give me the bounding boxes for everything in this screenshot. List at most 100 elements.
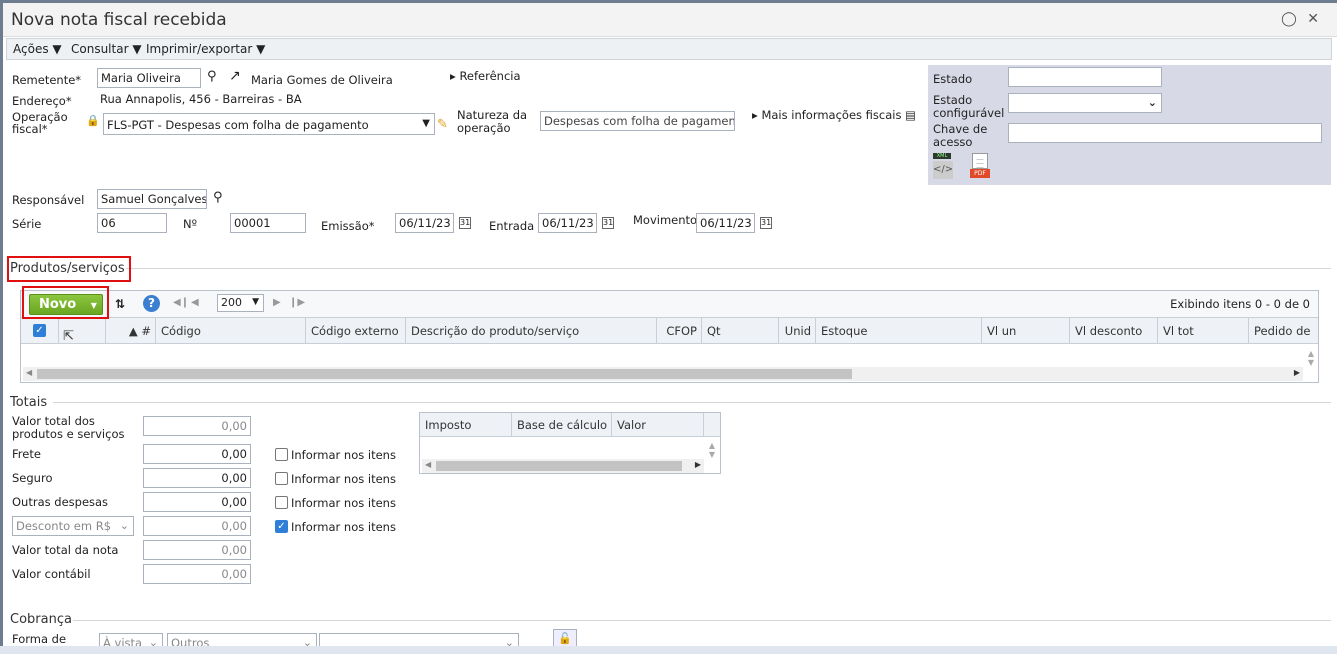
remetente-input[interactable]: Maria Oliveira xyxy=(97,68,201,88)
vertical-scrollbar[interactable]: ▲ ▼ xyxy=(1308,349,1314,367)
estado-input[interactable] xyxy=(1008,67,1162,87)
outras-despesas-label: Outras despesas xyxy=(12,495,109,509)
select-all-cell: ✓ xyxy=(21,318,59,344)
calendar-icon[interactable]: 31 xyxy=(459,217,471,229)
outras-informar-checkbox[interactable] xyxy=(275,496,288,509)
col-qt[interactable]: Qt xyxy=(702,318,779,344)
prev-page-icon[interactable]: ◀ xyxy=(191,297,199,308)
seguro-informar-checkbox[interactable] xyxy=(275,472,288,485)
col-vl-un[interactable]: Vl un xyxy=(982,318,1070,344)
scroll-right-icon[interactable]: ▶ xyxy=(1294,368,1300,377)
desconto-input: 0,00 xyxy=(143,516,251,536)
scroll-right-icon[interactable]: ▶ xyxy=(695,460,701,469)
dialog-window: Nova nota fiscal recebida ◯ ✕ Ações ▼ Co… xyxy=(0,0,1337,654)
refresh-icon[interactable]: ⇅ xyxy=(115,297,125,311)
desconto-type-select: Desconto em R$ ⌄ xyxy=(12,516,134,536)
first-page-icon[interactable]: ◀❙ xyxy=(173,297,189,308)
col-base-calculo[interactable]: Base de cálculo xyxy=(512,413,612,437)
col-imposto[interactable]: Imposto xyxy=(420,413,512,437)
entrada-input[interactable]: 06/11/23 xyxy=(538,213,597,233)
estado-conf-label-2: configurável xyxy=(933,106,1005,120)
desconto-informar-checkbox[interactable]: ✓ xyxy=(275,520,288,533)
last-page-icon[interactable]: ❙▶ xyxy=(289,297,305,308)
scroll-left-icon[interactable]: ◀ xyxy=(26,368,32,377)
col-vl-tot[interactable]: Vl tot xyxy=(1158,318,1249,344)
responsavel-input[interactable]: Samuel Gonçalves xyxy=(97,189,207,209)
emissao-input[interactable]: 06/11/23 xyxy=(395,213,454,233)
estado-label: Estado xyxy=(933,72,973,86)
frete-label: Frete xyxy=(12,447,41,461)
calendar-icon[interactable]: 31 xyxy=(760,217,772,229)
scroll-thumb[interactable] xyxy=(37,369,852,379)
endereco-value: Rua Annapolis, 456 - Barreiras - BA xyxy=(100,92,302,106)
horizontal-scrollbar[interactable]: ◀ ▶ xyxy=(422,459,704,473)
movimento-input[interactable]: 06/11/23 xyxy=(696,213,755,233)
pdf-download-icon[interactable]: ― ― ― PDF xyxy=(970,153,996,183)
valor-nota-label: Valor total da nota xyxy=(12,543,119,557)
grid-toolbar: Novo ▼ ⇅ ? ◀❙ ◀ 200 ▼ ▶ ❙▶ Exibindo itens… xyxy=(21,291,1318,318)
select-all-checkbox[interactable]: ✓ xyxy=(33,324,46,337)
frete-input[interactable]: 0,00 xyxy=(143,444,251,464)
pencil-icon[interactable]: ✎ xyxy=(437,117,448,132)
col-codigo[interactable]: Código xyxy=(156,318,306,344)
referencia-toggle[interactable]: ▸ Referência xyxy=(450,70,521,83)
seguro-input[interactable]: 0,00 xyxy=(143,468,251,488)
operacao-fiscal-value: FLS-PGT - Despesas com folha de pagament… xyxy=(107,118,369,132)
horizontal-scrollbar[interactable]: ◀ ▶ xyxy=(23,367,1303,381)
col-unid[interactable]: Unid xyxy=(779,318,816,344)
chave-acesso-input[interactable] xyxy=(1008,123,1322,143)
valor-contabil-label: Valor contábil xyxy=(12,567,91,581)
help-icon[interactable]: ? xyxy=(143,295,160,312)
col-cfop[interactable]: CFOP xyxy=(657,318,702,344)
col-valor[interactable]: Valor xyxy=(612,413,704,437)
col-estoque[interactable]: Estoque xyxy=(816,318,982,344)
serie-label: Série xyxy=(12,217,42,231)
menu-imprimir-exportar[interactable]: Imprimir/exportar ▼ xyxy=(146,42,265,56)
outras-despesas-input[interactable]: 0,00 xyxy=(143,492,251,512)
natureza-input[interactable]: Despesas com folha de pagamento xyxy=(540,111,735,131)
col-descricao[interactable]: Descrição do produto/serviço xyxy=(406,318,657,344)
numero-input[interactable]: 00001 xyxy=(230,213,306,233)
chevron-down-icon: ▼ xyxy=(252,297,259,307)
col-codigo-externo[interactable]: Código externo xyxy=(306,318,406,344)
highlight-novo xyxy=(22,286,109,319)
search-icon[interactable]: ⚲ xyxy=(213,190,223,205)
col-number[interactable]: ▲ # xyxy=(106,318,156,344)
grid-header: ✓ ⇱ ▲ # Código Código externo Descrição … xyxy=(21,318,1318,344)
valor-total-label-2: produtos e serviços xyxy=(12,427,125,441)
desconto-informar-label: Informar nos itens xyxy=(291,520,396,534)
next-page-icon[interactable]: ▶ xyxy=(273,297,281,308)
endereco-label: Endereço* xyxy=(12,94,72,108)
col-vl-desconto[interactable]: Vl desconto xyxy=(1070,318,1158,344)
frete-informar-label: Informar nos itens xyxy=(291,448,396,462)
entrada-label: Entrada xyxy=(489,219,535,233)
valor-total-produtos-input: 0,00 xyxy=(143,416,251,436)
calendar-icon[interactable]: 31 xyxy=(602,217,614,229)
xml-download-icon[interactable]: XML </> xyxy=(933,153,959,183)
totais-section-title: Totais xyxy=(10,395,48,410)
window-title: Nova nota fiscal recebida xyxy=(11,10,227,30)
operacao-fiscal-select[interactable]: FLS-PGT - Despesas com folha de pagament… xyxy=(103,113,435,135)
mais-info-toggle[interactable]: ▸ Mais informações fiscais ▤ xyxy=(752,109,916,122)
outras-informar-label: Informar nos itens xyxy=(291,496,396,510)
scroll-thumb[interactable] xyxy=(436,461,682,471)
remetente-label: Remetente* xyxy=(12,73,82,87)
menu-consultar[interactable]: Consultar ▼ xyxy=(71,42,142,56)
search-icon[interactable]: ⚲ xyxy=(207,69,217,84)
produtos-section-title: Produtos/serviços xyxy=(10,261,125,276)
col-pedido[interactable]: Pedido de xyxy=(1249,318,1319,344)
external-link-icon[interactable]: ↗ xyxy=(229,68,241,84)
remetente-name: Maria Gomes de Oliveira xyxy=(251,73,393,87)
impostos-grid: Imposto Base de cálculo Valor ▲ ▼ ◀ ▶ xyxy=(419,412,721,474)
scroll-left-icon[interactable]: ◀ xyxy=(425,460,431,469)
close-icon[interactable]: ✕ xyxy=(1307,11,1319,27)
vertical-scrollbar[interactable]: ▲ ▼ xyxy=(709,441,715,459)
frete-informar-checkbox[interactable] xyxy=(275,448,288,461)
showing-items-label: Exibindo itens 0 - 0 de 0 xyxy=(1170,297,1310,311)
menu-acoes[interactable]: Ações ▼ xyxy=(13,42,62,56)
page-size-select[interactable]: 200 ▼ xyxy=(217,294,264,312)
estado-configuravel-select[interactable]: ⌄ xyxy=(1008,93,1162,113)
seguro-informar-label: Informar nos itens xyxy=(291,472,396,486)
serie-input[interactable]: 06 xyxy=(97,213,167,233)
chat-icon[interactable]: ◯ xyxy=(1281,11,1297,27)
